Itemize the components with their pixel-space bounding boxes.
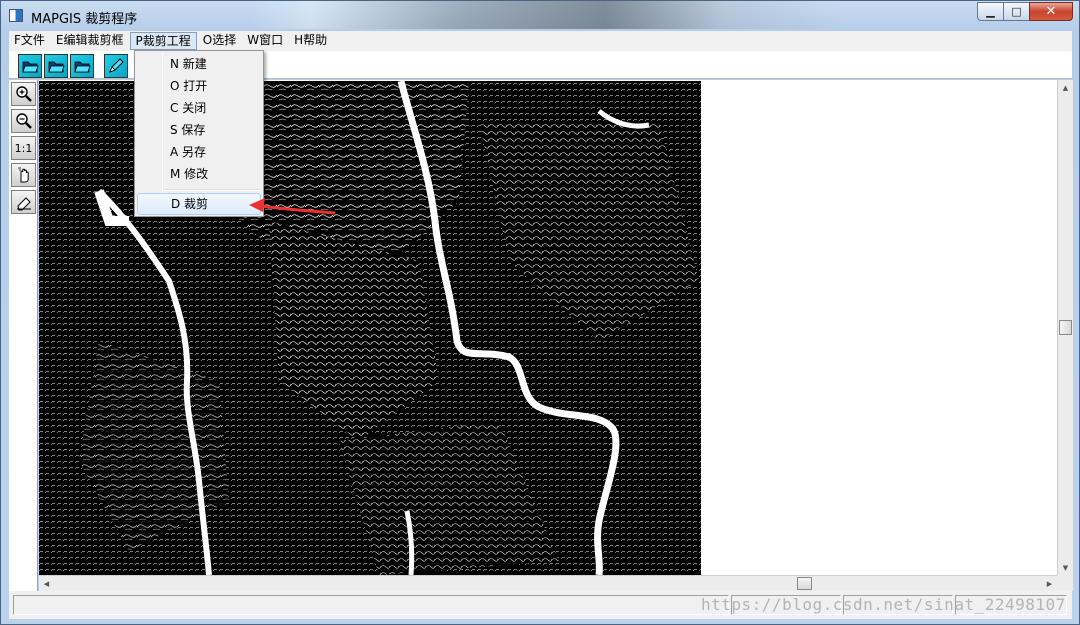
menu-select[interactable]: O选择 bbox=[198, 32, 241, 50]
zoom-in-icon bbox=[15, 86, 32, 102]
zoom-in-button[interactable] bbox=[11, 82, 36, 106]
annotation-arrow-icon bbox=[249, 198, 336, 215]
title-bar[interactable]: MAPGIS 裁剪程序 ▁ □ ✕ bbox=[1, 1, 1079, 31]
app-window: MAPGIS 裁剪程序 ▁ □ ✕ F文件 E编辑裁剪框 P裁剪工程 O选择 W… bbox=[0, 0, 1080, 625]
window-controls: ▁ □ ✕ bbox=[977, 2, 1073, 21]
scrollbar-corner bbox=[1057, 575, 1073, 591]
zoom-out-button[interactable] bbox=[11, 109, 36, 133]
pen-icon bbox=[109, 58, 124, 73]
open-folder-icon bbox=[48, 61, 65, 73]
eraser-button[interactable] bbox=[11, 190, 36, 214]
scroll-up-icon[interactable]: ▲ bbox=[1058, 80, 1073, 95]
edit-pen-button[interactable] bbox=[104, 54, 128, 78]
scroll-right-icon[interactable]: ▶ bbox=[1042, 576, 1057, 591]
status-panel-main bbox=[13, 595, 729, 615]
window-title: MAPGIS 裁剪程序 bbox=[31, 12, 138, 27]
minimize-icon: ▁ bbox=[986, 5, 995, 18]
menu-clip-project[interactable]: P裁剪工程 bbox=[129, 32, 197, 50]
reset-zoom-button[interactable]: 1:1 bbox=[11, 136, 36, 160]
menu-separator bbox=[165, 189, 259, 191]
zoom-out-icon bbox=[15, 113, 32, 129]
open-folder-icon bbox=[74, 61, 91, 73]
title-bar-background bbox=[251, 1, 841, 29]
maximize-icon: □ bbox=[1011, 5, 1022, 18]
watermark: https://blog.csdn.net/sinat_22498107 bbox=[701, 595, 1066, 614]
eraser-icon bbox=[16, 197, 31, 211]
open-folder-icon bbox=[22, 61, 39, 73]
open-button-2[interactable] bbox=[44, 54, 68, 78]
menu-item-new[interactable]: N 新建 bbox=[137, 53, 261, 75]
close-icon: ✕ bbox=[1045, 4, 1057, 19]
horizontal-scrollbar[interactable]: ◀ ▶ bbox=[39, 575, 1057, 591]
menu-item-save-as[interactable]: A 另存 bbox=[137, 141, 261, 163]
horizontal-scroll-thumb[interactable] bbox=[797, 577, 812, 590]
open-button-3[interactable] bbox=[70, 54, 94, 78]
vertical-scroll-thumb[interactable] bbox=[1059, 320, 1072, 335]
open-button-1[interactable] bbox=[18, 54, 42, 78]
scroll-left-icon[interactable]: ◀ bbox=[39, 576, 54, 591]
menu-item-close[interactable]: C 关闭 bbox=[137, 97, 261, 119]
close-button[interactable]: ✕ bbox=[1029, 2, 1073, 21]
menu-item-open[interactable]: O 打开 bbox=[137, 75, 261, 97]
left-toolbar: 1:1 bbox=[9, 80, 38, 591]
clip-project-dropdown: N 新建 O 打开 C 关闭 S 保存 A 另存 M 修改 D 裁剪 bbox=[134, 50, 264, 217]
menu-item-modify[interactable]: M 修改 bbox=[137, 163, 261, 185]
menu-window[interactable]: W窗口 bbox=[242, 32, 288, 50]
pan-button[interactable] bbox=[11, 163, 36, 187]
hand-icon bbox=[17, 167, 29, 183]
menu-help[interactable]: H帮助 bbox=[289, 32, 332, 50]
menu-item-save[interactable]: S 保存 bbox=[137, 119, 261, 141]
scroll-down-icon[interactable]: ▼ bbox=[1058, 560, 1073, 575]
maximize-button[interactable]: □ bbox=[1003, 2, 1029, 21]
app-icon bbox=[9, 9, 23, 22]
vertical-scrollbar[interactable]: ▲ ▼ bbox=[1057, 80, 1073, 575]
menu-bar: F文件 E编辑裁剪框 P裁剪工程 O选择 W窗口 H帮助 bbox=[9, 31, 1072, 51]
menu-file[interactable]: F文件 bbox=[9, 32, 50, 50]
minimize-button[interactable]: ▁ bbox=[977, 2, 1003, 21]
menu-edit-clip-frame[interactable]: E编辑裁剪框 bbox=[51, 32, 129, 50]
